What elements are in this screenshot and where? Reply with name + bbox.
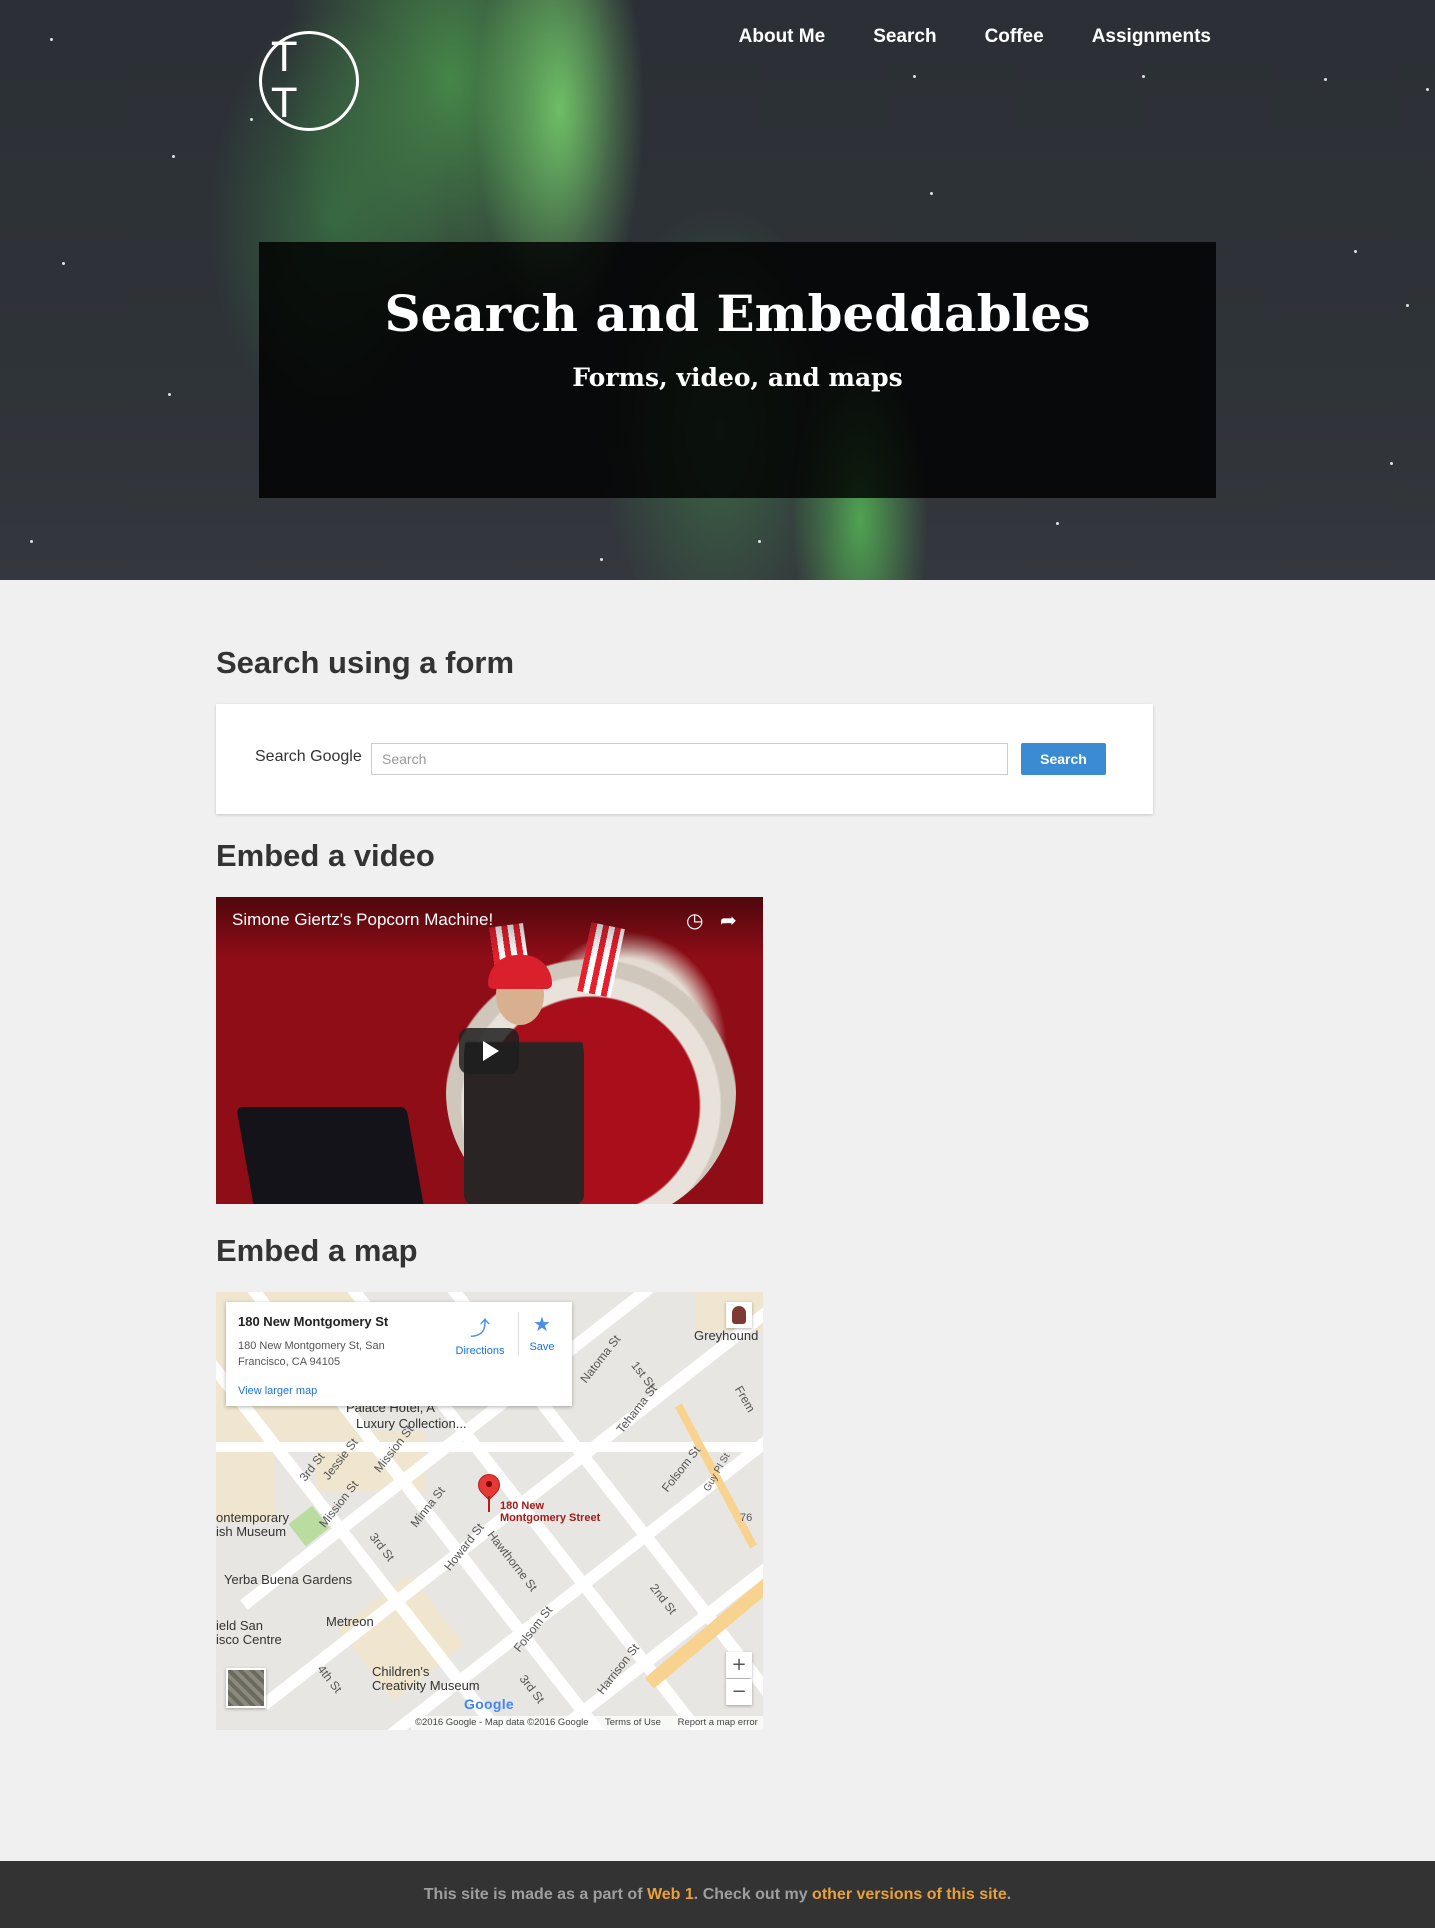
map-pin-dot bbox=[486, 1481, 492, 1487]
map-pin-label: 180 New Montgomery Street bbox=[500, 1500, 600, 1524]
watch-later-icon[interactable]: ◷ bbox=[686, 908, 703, 932]
route-label: 76 bbox=[740, 1512, 753, 1524]
star bbox=[1354, 250, 1357, 253]
street-label: 2nd St bbox=[647, 1581, 680, 1617]
play-button[interactable] bbox=[459, 1028, 519, 1074]
report-map-error-link[interactable]: Report a map error bbox=[678, 1717, 758, 1728]
share-icon[interactable]: ➦ bbox=[720, 908, 737, 932]
terms-link[interactable]: Terms of Use bbox=[605, 1717, 661, 1728]
street-label: 4th St bbox=[314, 1662, 345, 1696]
google-logo: Google bbox=[464, 1696, 514, 1712]
star bbox=[758, 540, 761, 543]
directions-icon: ⤴ bbox=[470, 1318, 490, 1340]
search-label: Search Google bbox=[255, 748, 362, 765]
video-embed[interactable]: Simone Giertz's Popcorn Machine! ◷ ➦ bbox=[216, 897, 763, 1204]
place-label: ield San bbox=[216, 1618, 263, 1633]
street-label: Tehama St bbox=[613, 1382, 660, 1436]
star bbox=[50, 38, 53, 41]
footer-link-web1[interactable]: Web 1 bbox=[647, 1886, 694, 1903]
video-title[interactable]: Simone Giertz's Popcorn Machine! bbox=[232, 910, 493, 930]
address-line: Francisco, CA 94105 bbox=[238, 1356, 341, 1368]
place-label: Metreon bbox=[326, 1614, 374, 1629]
footer-text: . bbox=[1006, 1886, 1012, 1903]
star bbox=[250, 118, 253, 121]
hero-banner: T T About Me Search Coffee Assignments S… bbox=[0, 0, 1435, 580]
star bbox=[1142, 75, 1145, 78]
map-attribution-bar: ©2016 Google - Map data ©2016 Google Ter… bbox=[411, 1716, 763, 1730]
star bbox=[30, 540, 33, 543]
star bbox=[1390, 462, 1393, 465]
section-title-video: Embed a video bbox=[216, 838, 435, 873]
view-larger-map-link[interactable]: View larger map bbox=[238, 1385, 317, 1397]
street-label: 1st St bbox=[628, 1358, 659, 1392]
star bbox=[172, 155, 175, 158]
logo-initials: T T bbox=[272, 35, 307, 127]
place-label: Yerba Buena Gardens bbox=[224, 1572, 353, 1587]
nav-link-coffee[interactable]: Coffee bbox=[985, 26, 1044, 48]
star bbox=[1324, 78, 1327, 81]
section-title-form: Search using a form bbox=[216, 645, 515, 680]
directions-button[interactable]: ⤴ Directions bbox=[450, 1312, 510, 1357]
footer-text: . Check out my bbox=[693, 1886, 813, 1903]
pin-label-line: Montgomery Street bbox=[500, 1512, 601, 1524]
search-button[interactable]: Search bbox=[1021, 743, 1106, 775]
zoom-in-button[interactable]: + bbox=[726, 1652, 752, 1678]
star bbox=[930, 192, 933, 195]
zoom-out-button[interactable]: − bbox=[726, 1679, 752, 1705]
footer-text: This site is made as a part of bbox=[423, 1886, 647, 1903]
hero-title-box: Search and Embeddables Forms, video, and… bbox=[259, 242, 1216, 498]
street-label: 3rd St bbox=[516, 1672, 548, 1706]
search-form: Search Google Search bbox=[216, 704, 1153, 814]
star bbox=[600, 558, 603, 561]
place-label: ish Museum bbox=[216, 1524, 287, 1539]
search-input[interactable] bbox=[371, 743, 1008, 775]
map-embed[interactable]: Jessie St Mission St Mission St 3rd St M… bbox=[216, 1292, 763, 1730]
satellite-toggle-button[interactable] bbox=[226, 1668, 266, 1708]
play-icon bbox=[483, 1041, 499, 1061]
street-label: Hawthorne St bbox=[484, 1528, 541, 1594]
main-nav: About Me Search Coffee Assignments bbox=[739, 26, 1211, 48]
map-copyright: ©2016 Google - Map data ©2016 Google bbox=[415, 1717, 589, 1728]
place-label: Creativity Museum bbox=[372, 1678, 480, 1693]
star-icon: ★ bbox=[533, 1314, 551, 1336]
nav-link-search[interactable]: Search bbox=[873, 26, 936, 48]
save-button[interactable]: ★ Save bbox=[512, 1312, 572, 1353]
page-title: Search and Embeddables bbox=[384, 284, 1091, 343]
place-label: Children's bbox=[372, 1664, 430, 1679]
street-label: Frem bbox=[731, 1383, 759, 1415]
star bbox=[1426, 88, 1429, 91]
map-road bbox=[216, 1442, 763, 1452]
place-label: Greyhound I bbox=[694, 1328, 763, 1343]
map-info-card: 180 New Montgomery St 180 New Montgomery… bbox=[226, 1302, 572, 1406]
nav-link-assignments[interactable]: Assignments bbox=[1092, 26, 1211, 48]
video-frame-laptop bbox=[236, 1107, 426, 1204]
pin-label-line: 180 New bbox=[500, 1500, 545, 1512]
place-label: ontemporary bbox=[216, 1510, 289, 1525]
star bbox=[1406, 304, 1409, 307]
section-title-map: Embed a map bbox=[216, 1233, 418, 1268]
google-logo-text: Google bbox=[464, 1696, 515, 1712]
site-logo[interactable]: T T bbox=[259, 31, 359, 131]
directions-label: Directions bbox=[455, 1345, 505, 1357]
map-pin-stem bbox=[488, 1496, 490, 1512]
place-address: 180 New Montgomery St, San Francisco, CA… bbox=[238, 1338, 418, 1370]
star bbox=[168, 393, 171, 396]
star bbox=[62, 262, 65, 265]
nav-link-about-me[interactable]: About Me bbox=[739, 26, 826, 48]
star bbox=[913, 75, 916, 78]
star bbox=[1056, 522, 1059, 525]
address-line: 180 New Montgomery St, San bbox=[238, 1340, 385, 1352]
avatar[interactable] bbox=[726, 1302, 752, 1328]
place-label: isco Centre bbox=[216, 1632, 282, 1647]
save-label: Save bbox=[529, 1341, 555, 1353]
site-footer: This site is made as a part of Web 1. Ch… bbox=[0, 1861, 1435, 1928]
footer-link-other-versions[interactable]: other versions of this site bbox=[812, 1886, 1007, 1903]
place-name: 180 New Montgomery St bbox=[238, 1314, 389, 1329]
page-subtitle: Forms, video, and maps bbox=[572, 363, 903, 392]
place-label: Luxury Collection... bbox=[356, 1416, 467, 1431]
